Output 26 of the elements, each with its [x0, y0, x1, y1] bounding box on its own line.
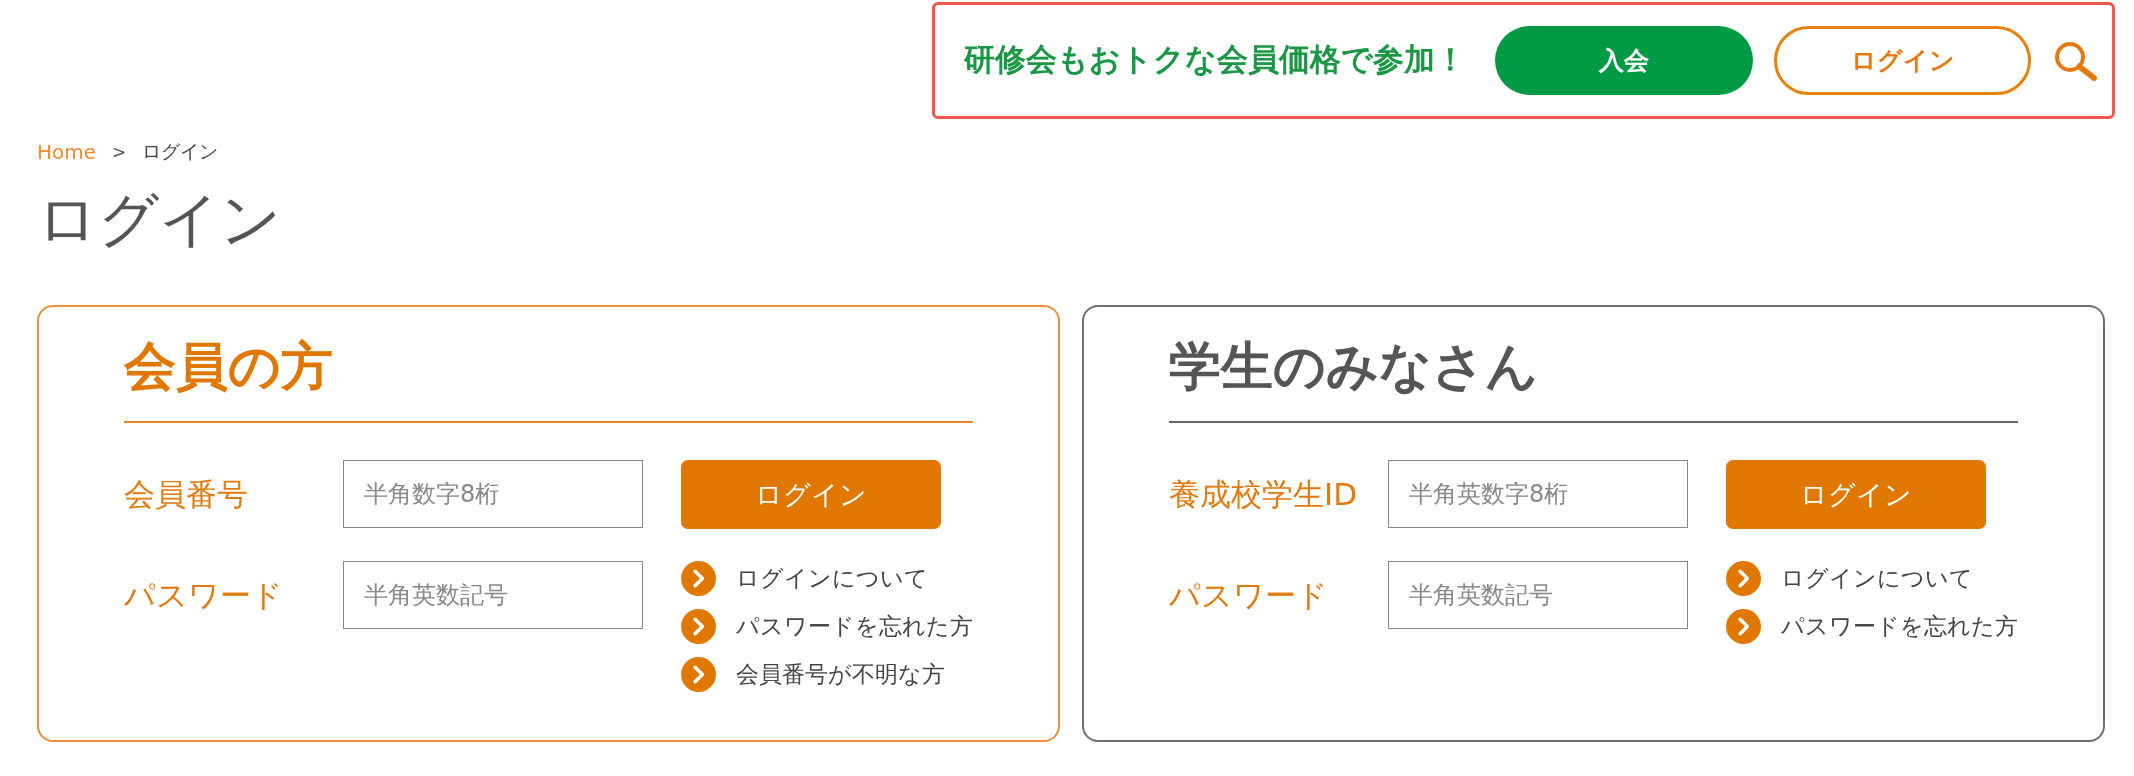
field-label: 養成校学生ID [1169, 475, 1357, 514]
chevron-circle-icon [1726, 609, 1761, 644]
breadcrumb-current: ログイン [142, 139, 219, 164]
chevron-circle-icon [681, 609, 716, 644]
help-link[interactable]: ログインについて [1781, 561, 1973, 596]
input-field[interactable]: 半角英数字8桁 [1388, 460, 1688, 528]
join-button[interactable]: 入会 [1495, 26, 1753, 95]
input-field[interactable]: 半角英数記号 [343, 561, 643, 629]
panel-title: 学生のみなさん [1169, 335, 1538, 397]
help-link[interactable]: パスワードを忘れた方 [736, 609, 973, 644]
input-field[interactable]: 半角数字8桁 [343, 460, 643, 528]
field-label: パスワード [124, 576, 283, 615]
promo-text: 研修会もおトクな会員価格で参加！ [964, 41, 1466, 79]
page-title: ログイン [37, 184, 281, 254]
field-label: 会員番号 [124, 475, 248, 514]
input-field[interactable]: 半角英数記号 [1388, 561, 1688, 629]
help-link[interactable]: パスワードを忘れた方 [1781, 609, 2018, 644]
help-link[interactable]: 会員番号が不明な方 [736, 657, 945, 692]
chevron-circle-icon [1726, 561, 1761, 596]
help-link[interactable]: ログインについて [736, 561, 928, 596]
field-label: パスワード [1169, 576, 1328, 615]
breadcrumb-separator: > [112, 142, 127, 162]
search-icon[interactable] [2054, 40, 2098, 81]
chevron-circle-icon [681, 657, 716, 692]
chevron-circle-icon [681, 561, 716, 596]
panel-title: 会員の方 [124, 335, 333, 397]
